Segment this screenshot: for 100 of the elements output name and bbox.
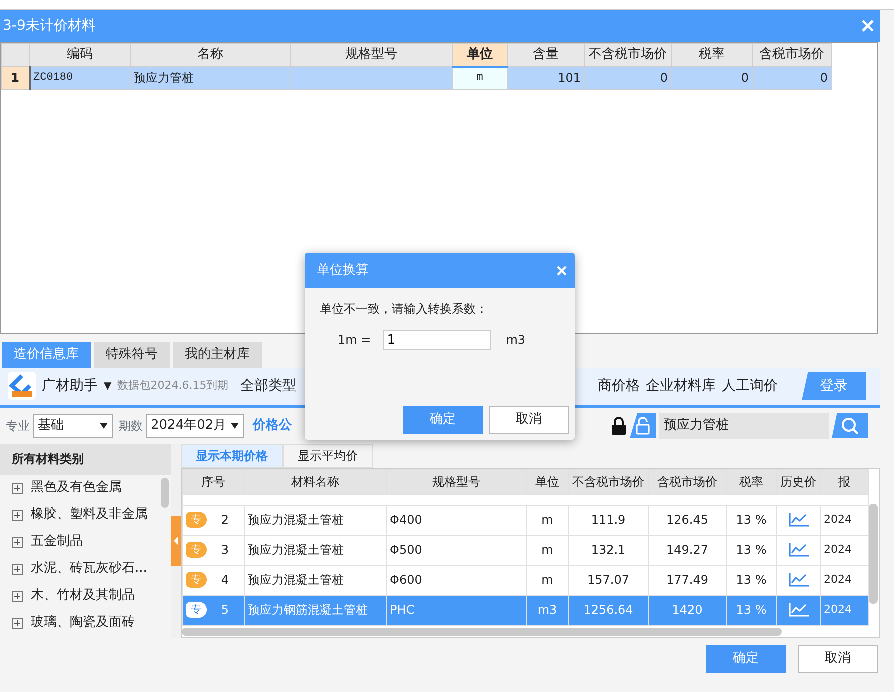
- factor-input[interactable]: 1: [383, 330, 492, 350]
- column-header[interactable]: 名称: [130, 44, 290, 66]
- field-label: 专业: [6, 418, 30, 434]
- price-tab[interactable]: 显示平均价: [283, 444, 373, 468]
- table-cell-text: 5: [221, 602, 229, 619]
- table-cell: 101: [508, 66, 584, 90]
- search-icon: [841, 416, 859, 434]
- expand-icon[interactable]: [12, 564, 23, 574]
- window-title: 3-9未计价材料: [3, 16, 96, 36]
- table-cell: 149.27: [648, 535, 726, 565]
- package-note: 数据包2024.6.15到期: [118, 378, 229, 394]
- table-cell: 126.45: [648, 505, 726, 535]
- close-icon[interactable]: [862, 20, 874, 32]
- nav-link[interactable]: 企业材料库: [646, 376, 716, 396]
- table-cell-text: 4: [221, 572, 229, 589]
- expand-icon[interactable]: [12, 536, 23, 548]
- table-cell-text: 2: [221, 512, 229, 529]
- category-item[interactable]: 黑色及有色金属: [31, 478, 122, 498]
- close-icon[interactable]: [557, 266, 567, 276]
- unlock-button[interactable]: [630, 412, 656, 438]
- tag-badge: 专: [186, 572, 207, 588]
- dropdown-field[interactable]: 2024年02月: [146, 414, 244, 438]
- unit-label: m3: [506, 332, 526, 349]
- expand-icon[interactable]: [12, 618, 23, 628]
- row-number: 1: [2, 66, 30, 90]
- category-item[interactable]: 橡胶、塑料及非金属: [31, 505, 148, 525]
- column-header[interactable]: 不含税市场价: [568, 469, 648, 494]
- table-cell: 13 %: [726, 565, 776, 595]
- tag-badge: 专: [186, 542, 207, 558]
- category-item[interactable]: 玻璃、陶瓷及面砖: [31, 613, 135, 633]
- column-header[interactable]: 序号: [182, 469, 244, 494]
- line-chart-icon[interactable]: [788, 543, 808, 557]
- category-item[interactable]: 木、竹材及其制品: [31, 586, 135, 606]
- column-header[interactable]: 含量: [508, 44, 584, 66]
- category-header: 所有材料类别: [0, 444, 171, 474]
- cancel-button[interactable]: 取消: [798, 644, 878, 672]
- library-tab[interactable]: 我的主材库: [173, 342, 262, 368]
- unlock-icon: [636, 416, 650, 434]
- field-label: 1m =: [338, 332, 372, 349]
- app-name[interactable]: 广材助手: [42, 376, 98, 396]
- column-header[interactable]: 单位: [452, 44, 508, 66]
- header-cell: [2, 44, 30, 66]
- table-cell: Φ400: [386, 505, 526, 535]
- dialog-message: 单位不一致，请输入转换系数：: [319, 301, 489, 318]
- table-cell: 157.07: [568, 565, 648, 595]
- expand-icon[interactable]: [12, 510, 23, 520]
- tag-badge: 专: [186, 602, 207, 618]
- caret-icon: [100, 422, 108, 428]
- column-header[interactable]: 单位: [526, 469, 568, 494]
- dropdown-field[interactable]: 基础: [33, 414, 113, 438]
- line-chart-icon[interactable]: [788, 573, 808, 587]
- table-cell: Φ600: [386, 565, 526, 595]
- scrollbar[interactable]: [869, 504, 878, 604]
- column-header[interactable]: 材料名称: [244, 469, 386, 494]
- collapse-handle[interactable]: [171, 516, 181, 566]
- column-header[interactable]: 规格型号: [290, 44, 452, 66]
- dialog-title: 单位换算: [317, 262, 369, 280]
- table-cell: ZC0180: [30, 66, 130, 90]
- column-header[interactable]: 税率: [672, 44, 752, 66]
- scrollbar[interactable]: [182, 628, 782, 636]
- table-cell: 0: [752, 66, 832, 90]
- table-cell: 1256.64: [568, 595, 648, 625]
- cancel-button[interactable]: 取消: [489, 406, 569, 434]
- table-cell: 111.9: [568, 505, 648, 535]
- scrollbar[interactable]: [161, 478, 169, 508]
- field-label: 期数: [119, 418, 143, 434]
- column-header[interactable]: 含税市场价: [752, 44, 832, 66]
- nav-link[interactable]: 人工询价: [722, 376, 778, 396]
- column-header[interactable]: 编码: [30, 44, 130, 66]
- table-cell: 预应力管桩: [130, 66, 290, 90]
- category-item[interactable]: 五金制品: [31, 532, 83, 552]
- column-header[interactable]: 含税市场价: [648, 469, 726, 494]
- table-cell: m: [526, 535, 568, 565]
- column-header[interactable]: 不含税市场价: [584, 44, 672, 66]
- caret-icon: [231, 422, 239, 428]
- search-button[interactable]: [832, 412, 868, 438]
- table-cell: m: [452, 66, 508, 90]
- caret-icon: [174, 536, 178, 544]
- table-cell: 132.1: [568, 535, 648, 565]
- column-header[interactable]: 历史价: [776, 469, 820, 494]
- category-item[interactable]: 水泥、砖瓦灰砂石...: [31, 559, 148, 579]
- expand-icon[interactable]: [12, 590, 23, 602]
- table-cell: 177.49: [648, 565, 726, 595]
- column-header[interactable]: 报: [820, 469, 868, 494]
- column-header[interactable]: 规格型号: [386, 469, 526, 494]
- table-cell: m3: [526, 595, 568, 625]
- dropdown-arrow[interactable]: ▼: [104, 378, 112, 394]
- table-cell: Φ500: [386, 535, 526, 565]
- table-cell: 0: [672, 66, 752, 90]
- column-header[interactable]: 税率: [726, 469, 776, 494]
- nav-link[interactable]: 商价格: [598, 376, 640, 396]
- line-chart-icon[interactable]: [788, 513, 808, 527]
- expand-icon[interactable]: [12, 482, 23, 494]
- table-cell: m: [526, 565, 568, 595]
- library-tab[interactable]: 特殊符号: [94, 342, 170, 368]
- search-field[interactable]: 预应力管桩: [659, 412, 829, 438]
- table-cell: 13 %: [726, 595, 776, 625]
- table-cell: m: [526, 505, 568, 535]
- table-cell-text: 3: [221, 542, 229, 559]
- nav-link[interactable]: 全部类型: [240, 376, 297, 396]
